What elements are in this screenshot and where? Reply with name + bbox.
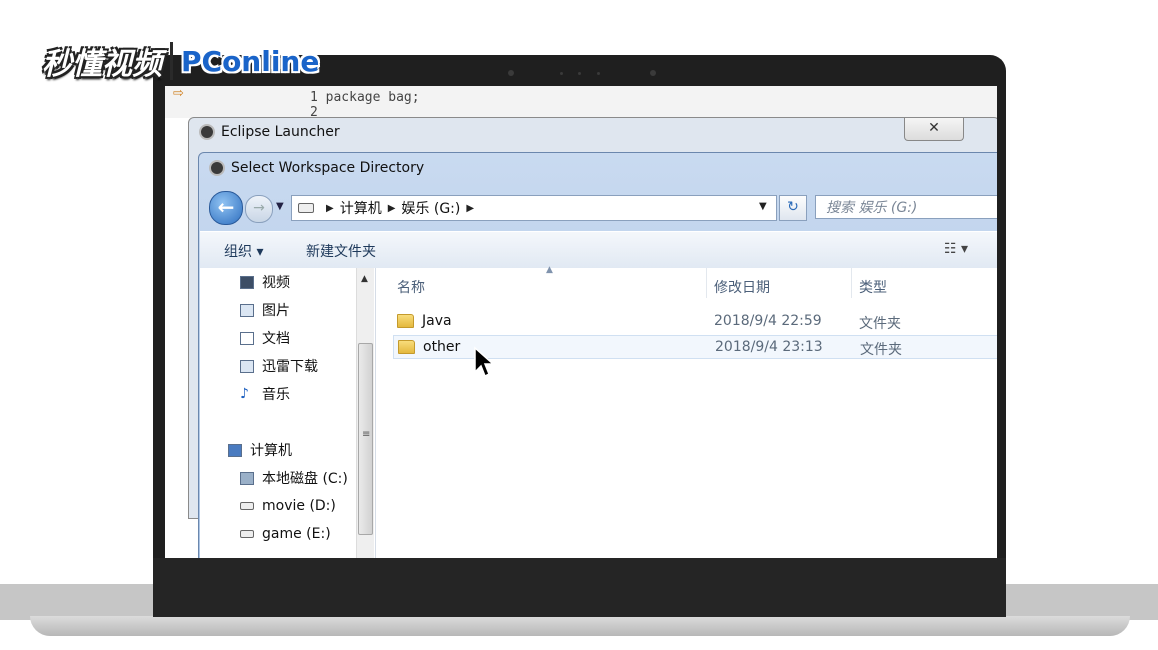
music-library-icon: ♪ bbox=[240, 386, 249, 402]
nav-item-computer[interactable]: 计算机 bbox=[228, 439, 292, 461]
search-input[interactable]: 搜索 娱乐 (G:) bbox=[815, 195, 997, 219]
chevron-right-icon[interactable]: ▶ bbox=[466, 203, 474, 214]
back-button[interactable]: ← bbox=[209, 191, 243, 225]
bezel-sensor bbox=[650, 70, 656, 76]
nav-item-label: 视频 bbox=[262, 275, 290, 291]
nav-item-label: game (E:) bbox=[262, 526, 331, 542]
dialog-title: Select Workspace Directory bbox=[231, 160, 425, 176]
logo-divider bbox=[170, 42, 173, 80]
mouse-cursor-icon bbox=[474, 346, 495, 378]
laptop-base bbox=[30, 616, 1130, 636]
scroll-up-icon[interactable]: ▲ bbox=[356, 268, 373, 290]
refresh-icon: ↻ bbox=[787, 199, 799, 215]
laptop-screen: ⇨ 1 package bag; 2 Eclipse Launcher ✕ Se… bbox=[165, 86, 997, 558]
camera-light bbox=[597, 72, 600, 75]
column-header-modified[interactable]: 修改日期 bbox=[714, 277, 770, 297]
file-name: other bbox=[423, 339, 461, 355]
forward-button[interactable]: → bbox=[245, 195, 273, 223]
nav-item-label: 计算机 bbox=[250, 443, 292, 459]
nav-item-drive-d[interactable]: movie (D:) bbox=[240, 495, 336, 517]
nav-item-downloads[interactable]: 迅雷下载 bbox=[240, 355, 318, 377]
nav-item-documents[interactable]: 文档 bbox=[240, 327, 290, 349]
camera-light bbox=[578, 72, 581, 75]
pictures-library-icon bbox=[240, 303, 254, 317]
folder-icon bbox=[397, 314, 414, 328]
file-row[interactable]: Java 2018/9/4 22:59 文件夹 bbox=[393, 310, 997, 334]
column-divider[interactable] bbox=[706, 268, 707, 298]
editor-code: 1 package bag; 2 bbox=[310, 90, 420, 120]
scrollbar-grip-icon: ≡ bbox=[362, 429, 371, 440]
file-type: 文件夹 bbox=[859, 316, 901, 332]
nav-item-pictures[interactable]: 图片 bbox=[240, 299, 290, 321]
nav-item-drive-c[interactable]: 本地磁盘 (C:) bbox=[240, 467, 348, 489]
eclipse-icon bbox=[209, 160, 225, 176]
navigation-pane: 视频 图片 文档 迅雷下载 ♪ 音乐 计算机 本地磁盘 (C:) movie (… bbox=[200, 268, 376, 558]
close-button[interactable]: ✕ bbox=[904, 118, 964, 141]
chevron-right-icon[interactable]: ▶ bbox=[326, 203, 334, 214]
sort-ascending-icon: ▲ bbox=[546, 265, 553, 275]
refresh-button[interactable]: ↻ bbox=[779, 195, 807, 221]
launcher-titlebar: Eclipse Launcher bbox=[199, 124, 340, 140]
nav-item-label: 音乐 bbox=[262, 387, 290, 403]
nav-item-label: 本地磁盘 (C:) bbox=[262, 471, 348, 487]
bezel-sensor bbox=[508, 70, 514, 76]
nav-item-label: 图片 bbox=[262, 303, 290, 319]
eclipse-icon bbox=[199, 124, 215, 140]
nav-item-label: 迅雷下载 bbox=[262, 359, 318, 375]
file-name: Java bbox=[422, 313, 452, 329]
forward-arrow-icon: → bbox=[253, 200, 265, 216]
chevron-right-icon[interactable]: ▶ bbox=[388, 203, 396, 214]
nav-item-drive-e[interactable]: game (E:) bbox=[240, 523, 331, 545]
brand-logo-cn: 秒懂视频 bbox=[42, 47, 162, 82]
address-bar[interactable]: ▶ 计算机 ▶ 娱乐 (G:) ▶ bbox=[291, 195, 777, 221]
column-header-type[interactable]: 类型 bbox=[859, 277, 887, 297]
command-toolbar: 组织 ▾ 新建文件夹 ☷ ▾ bbox=[200, 231, 997, 269]
dialog-titlebar: Select Workspace Directory bbox=[209, 160, 424, 176]
computer-icon bbox=[228, 443, 242, 457]
history-dropdown-icon[interactable]: ▼ bbox=[276, 201, 284, 212]
file-type: 文件夹 bbox=[860, 342, 902, 358]
watermark-logo: 秒懂视频 PConline bbox=[42, 38, 319, 84]
nav-item-label: 文档 bbox=[262, 331, 290, 347]
code-line: 1 package bag; bbox=[310, 90, 420, 105]
download-library-icon bbox=[240, 359, 254, 373]
breadcrumb-drive[interactable]: 娱乐 (G:) bbox=[401, 198, 460, 218]
file-modified: 2018/9/4 23:13 bbox=[715, 339, 823, 355]
drive-icon bbox=[298, 203, 314, 213]
nav-item-videos[interactable]: 视频 bbox=[240, 271, 290, 293]
local-disk-icon bbox=[240, 471, 254, 485]
arrow-icon: ⇨ bbox=[173, 86, 184, 101]
back-arrow-icon: ← bbox=[217, 195, 235, 219]
address-dropdown-icon[interactable]: ▼ bbox=[759, 201, 767, 212]
file-modified: 2018/9/4 22:59 bbox=[714, 313, 822, 329]
column-divider[interactable] bbox=[851, 268, 852, 298]
launcher-title: Eclipse Launcher bbox=[221, 124, 340, 140]
documents-library-icon bbox=[240, 331, 254, 345]
drive-icon bbox=[240, 530, 254, 538]
file-list: ▲ 名称 修改日期 类型 Java 2018/9/4 22:59 文件夹 oth… bbox=[376, 265, 997, 558]
laptop-bottom-bezel bbox=[153, 558, 1006, 617]
folder-icon bbox=[398, 340, 415, 354]
view-options-icon[interactable]: ☷ ▾ bbox=[944, 241, 968, 257]
nav-item-label: movie (D:) bbox=[262, 498, 336, 514]
new-folder-button[interactable]: 新建文件夹 bbox=[306, 241, 376, 261]
select-workspace-dialog: Select Workspace Directory ← → ▼ ▶ 计算机 ▶… bbox=[198, 152, 997, 558]
video-library-icon bbox=[240, 275, 254, 289]
nav-item-music[interactable]: ♪ 音乐 bbox=[240, 383, 290, 405]
organize-menu[interactable]: 组织 ▾ bbox=[224, 241, 263, 261]
eclipse-editor-strip: ⇨ 1 package bag; 2 bbox=[165, 86, 997, 120]
column-header-name[interactable]: 名称 bbox=[397, 277, 425, 297]
brand-logo-en: PConline bbox=[181, 44, 320, 78]
drive-icon bbox=[240, 502, 254, 510]
breadcrumb-computer[interactable]: 计算机 bbox=[340, 198, 382, 218]
camera-icon bbox=[560, 72, 563, 75]
